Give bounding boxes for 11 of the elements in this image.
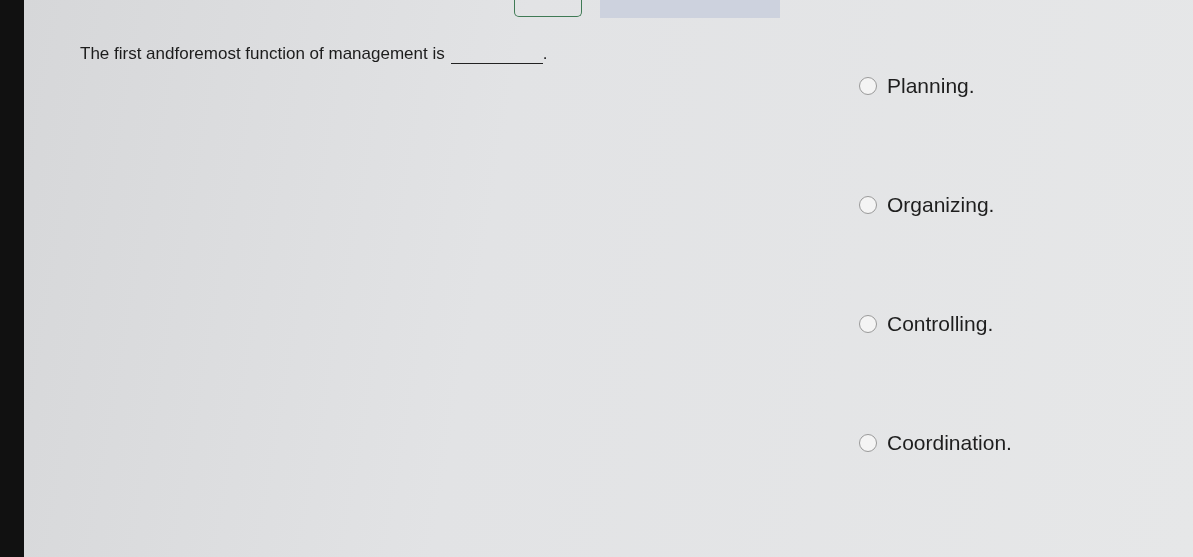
option-label: Controlling.: [887, 312, 994, 336]
radio-button[interactable]: [859, 315, 877, 333]
option-label: Coordination.: [887, 431, 1012, 455]
question-punctuation: .: [542, 44, 548, 64]
question-text: The first andforemost function of management is: [80, 44, 445, 64]
radio-button[interactable]: [859, 196, 877, 214]
radio-button[interactable]: [859, 434, 877, 452]
nav-button[interactable]: [514, 0, 582, 17]
option-label: Planning.: [887, 74, 975, 98]
radio-button[interactable]: [859, 77, 877, 95]
option-label: Organizing.: [887, 193, 995, 217]
